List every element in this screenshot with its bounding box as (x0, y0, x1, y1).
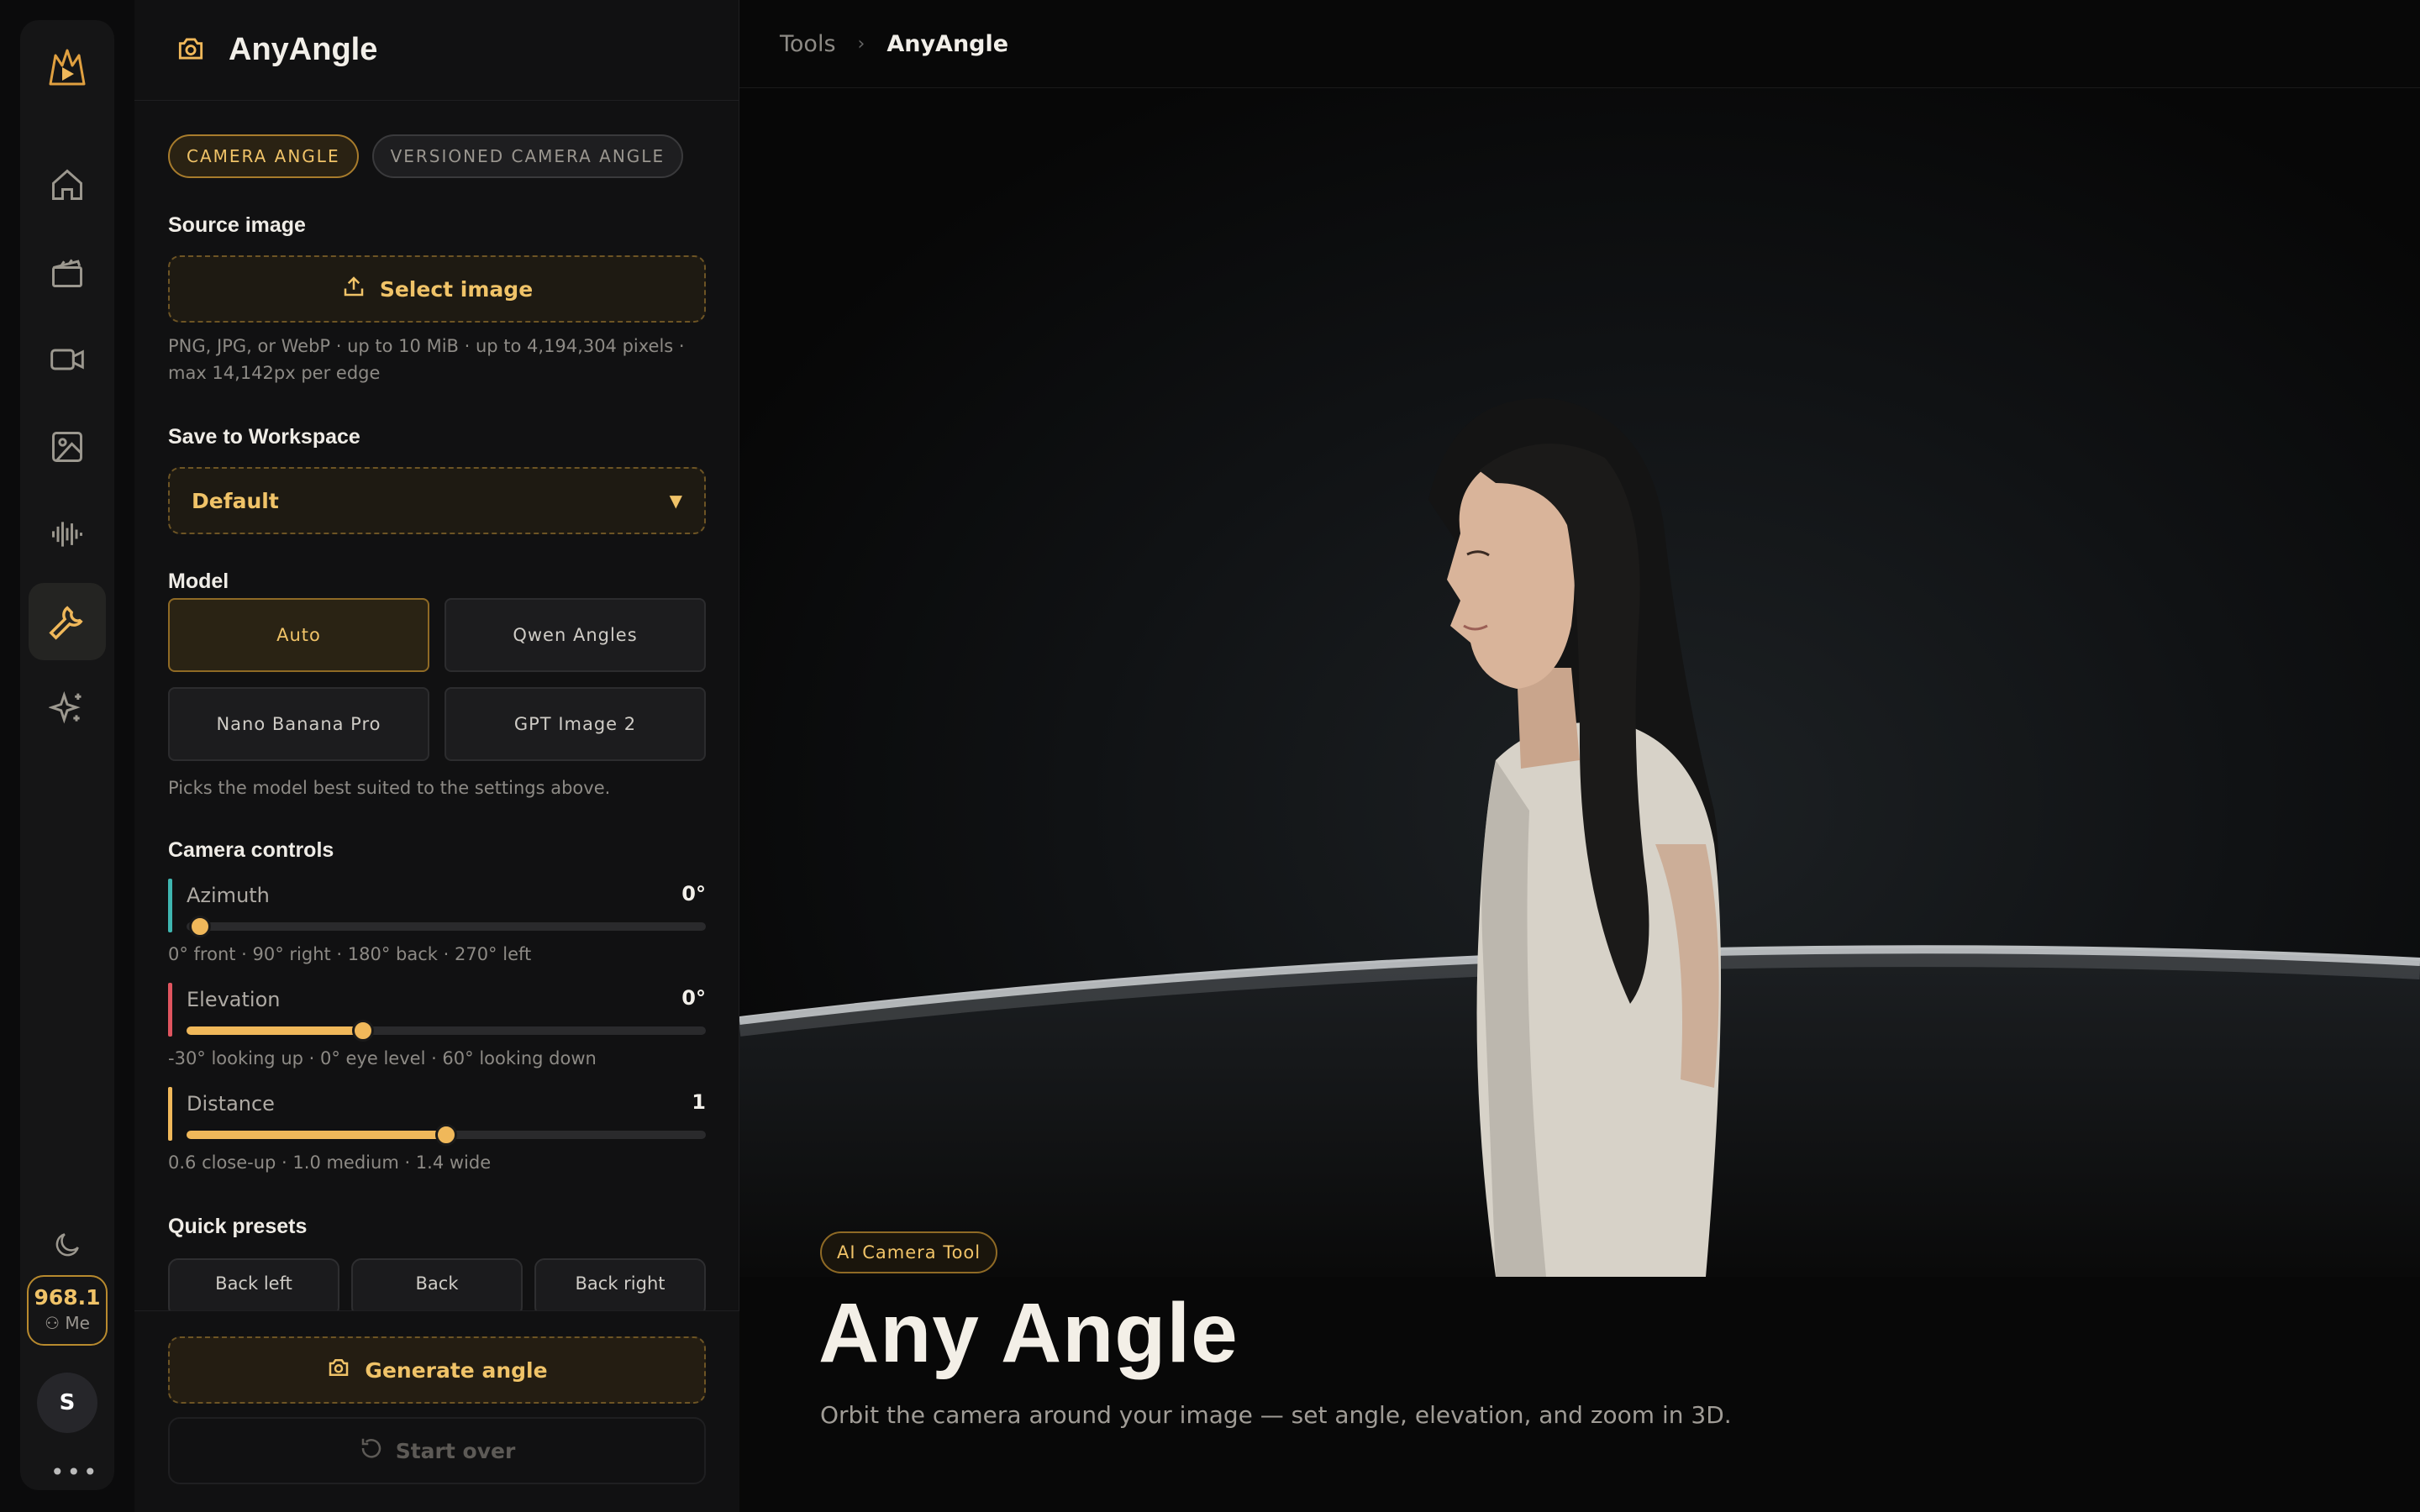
chevron-right-icon: › (857, 33, 865, 55)
azimuth-slider[interactable]: Azimuth 0° (168, 879, 706, 937)
camera-icon (326, 1355, 351, 1385)
distance-label: Distance (187, 1092, 275, 1116)
nav-home[interactable] (29, 146, 106, 223)
app-logo-icon[interactable] (44, 44, 91, 91)
elevation-color-bar (168, 983, 172, 1037)
panel-title: AnyAngle (229, 32, 378, 67)
video-camera-icon (49, 341, 86, 378)
distance-color-bar (168, 1087, 172, 1141)
user-icon: ⚇ (45, 1313, 60, 1333)
preview-image (739, 398, 2420, 1277)
panel-header: AnyAngle (134, 0, 739, 101)
elevation-value: 0° (681, 986, 706, 1010)
tool-panel: AnyAngle CAMERA ANGLE VERSIONED CAMERA A… (134, 0, 739, 1512)
ai-camera-tool-badge: AI Camera Tool (820, 1231, 998, 1273)
panel-footer: Generate angle Start over (134, 1310, 739, 1512)
distance-fill (187, 1131, 446, 1139)
nav-films[interactable] (29, 234, 106, 311)
workspace-selected: Default (192, 488, 279, 513)
source-image-help: PNG, JPG, or WebP · up to 10 MiB · up to… (168, 336, 685, 383)
sparkles-icon (49, 690, 86, 727)
select-image-button[interactable]: Select image (168, 255, 706, 323)
model-options: Auto Qwen Angles Nano Banana Pro GPT Ima… (168, 598, 706, 761)
home-icon (49, 166, 86, 203)
moon-icon (51, 1229, 83, 1261)
tab-camera-angle[interactable]: CAMERA ANGLE (168, 134, 359, 178)
elevation-slider[interactable]: Elevation 0° (168, 983, 706, 1042)
wrench-icon (48, 602, 87, 641)
breadcrumb-tools[interactable]: Tools (780, 31, 836, 57)
distance-thumb[interactable] (435, 1124, 457, 1146)
model-qwen-angles-button[interactable]: Qwen Angles (445, 598, 706, 672)
hero-title: Any Angle (818, 1286, 1239, 1380)
audio-waveform-icon (49, 516, 86, 553)
distance-track[interactable] (187, 1124, 706, 1146)
workspace-select[interactable]: Default ▼ (168, 467, 706, 534)
distance-help: 0.6 close-up · 1.0 medium · 1.4 wide (168, 1152, 492, 1173)
workspace-label: Save to Workspace (168, 425, 360, 449)
generate-angle-label: Generate angle (365, 1357, 548, 1383)
elevation-fill (187, 1026, 364, 1035)
azimuth-thumb[interactable] (189, 916, 211, 937)
preview-stage (739, 88, 2420, 1277)
distance-slider[interactable]: Distance 1 (168, 1087, 706, 1146)
quick-presets: Back left Back Back right (168, 1258, 706, 1310)
model-label: Model (168, 570, 229, 593)
preset-back-right-button[interactable]: Back right (534, 1258, 706, 1310)
azimuth-label: Azimuth (187, 884, 270, 907)
credits-value: 968.1 (34, 1285, 101, 1310)
main-area: Tools › AnyAngle AI Camera Tool Any Angl… (739, 0, 2420, 1512)
reset-icon (359, 1436, 384, 1466)
model-auto-button[interactable]: Auto (168, 598, 429, 672)
clapperboard-icon (49, 254, 86, 291)
preset-back-button[interactable]: Back (351, 1258, 523, 1310)
select-image-label: Select image (379, 276, 534, 302)
model-gpt-image-2-button[interactable]: GPT Image 2 (445, 687, 706, 761)
elevation-label: Elevation (187, 988, 281, 1011)
azimuth-help: 0° front · 90° right · 180° back · 270° … (168, 944, 532, 964)
azimuth-track[interactable] (187, 916, 706, 937)
breadcrumb-current: AnyAngle (886, 30, 1009, 57)
avatar[interactable]: S (37, 1373, 97, 1433)
elevation-thumb[interactable] (352, 1020, 375, 1042)
elevation-help: -30° looking up · 0° eye level · 60° loo… (168, 1048, 597, 1068)
credits-badge[interactable]: 968.1 ⚇ Me (27, 1275, 108, 1346)
preset-back-left-button[interactable]: Back left (168, 1258, 339, 1310)
mode-tabs: CAMERA ANGLE VERSIONED CAMERA ANGLE (168, 134, 684, 178)
nav-images[interactable] (29, 408, 106, 486)
start-over-label: Start over (395, 1438, 516, 1463)
more-options-icon[interactable]: ••• (50, 1458, 100, 1486)
model-help: Picks the model best suited to the setti… (168, 778, 611, 798)
tab-versioned-camera-angle[interactable]: VERSIONED CAMERA ANGLE (371, 134, 684, 178)
nav-tools[interactable] (29, 583, 106, 660)
image-icon (49, 428, 86, 465)
camera-icon (175, 33, 207, 68)
hero-subtitle: Orbit the camera around your image — set… (820, 1401, 1732, 1429)
distance-value: 1 (692, 1090, 706, 1114)
nav-audio[interactable] (29, 496, 106, 573)
nav-ai[interactable] (29, 670, 106, 748)
app-rail: 968.1 ⚇ Me S ••• (20, 20, 114, 1490)
breadcrumb: Tools › AnyAngle (780, 0, 1008, 87)
quick-presets-label: Quick presets (168, 1215, 308, 1238)
generate-angle-button[interactable]: Generate angle (168, 1336, 706, 1404)
azimuth-color-bar (168, 879, 172, 932)
model-nano-banana-pro-button[interactable]: Nano Banana Pro (168, 687, 429, 761)
camera-controls-label: Camera controls (168, 838, 334, 862)
start-over-button[interactable]: Start over (168, 1417, 706, 1484)
azimuth-value: 0° (681, 882, 706, 906)
credits-me-label: Me (65, 1313, 90, 1333)
upload-icon (341, 274, 366, 304)
theme-toggle[interactable] (29, 1211, 106, 1278)
chevron-down-icon: ▼ (669, 491, 682, 511)
elevation-track[interactable] (187, 1020, 706, 1042)
source-image-label: Source image (168, 213, 306, 237)
nav-video[interactable] (29, 321, 106, 398)
